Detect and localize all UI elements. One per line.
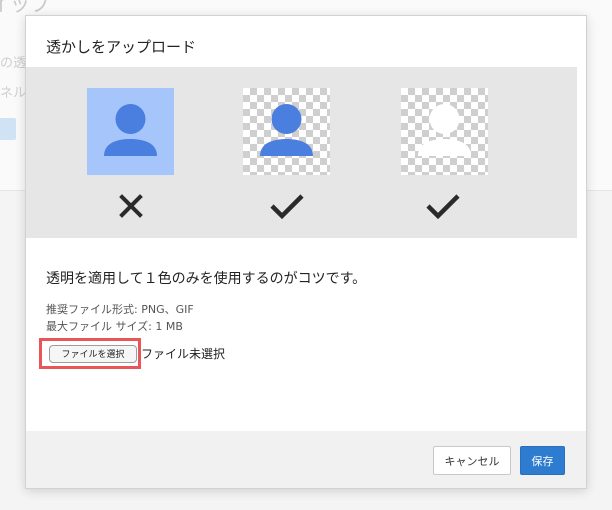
person-icon: [418, 104, 471, 156]
watermark-examples: [26, 67, 577, 238]
file-status: ファイル未選択: [141, 347, 226, 361]
recommended-formats: 推奨ファイル形式: PNG、GIF: [46, 303, 194, 316]
dialog-footer: キャンセル 保存: [26, 431, 586, 488]
example-opaque-background: [87, 88, 174, 175]
tip-text: 透明を適用して１色のみを使用するのがコツです。: [46, 271, 367, 287]
choose-file-button[interactable]: ファイルを選択: [49, 345, 137, 363]
check-icon: [426, 194, 460, 220]
save-button[interactable]: 保存: [520, 446, 565, 475]
background-text: ネル: [0, 86, 27, 101]
cancel-button[interactable]: キャンセル: [433, 446, 511, 475]
person-icon: [104, 104, 157, 156]
dialog-title: 透かしをアップロード: [46, 38, 197, 56]
person-icon: [260, 104, 313, 156]
max-file-size: 最大ファイル サイズ: 1 MB: [46, 320, 183, 333]
background-button: [0, 118, 16, 140]
example-transparent-white: [401, 88, 488, 175]
check-icon: [270, 194, 304, 220]
example-transparent-colored: [243, 88, 330, 175]
x-icon: [119, 194, 143, 218]
upload-watermark-dialog: 透かしをアップロード 透明を適用して１色のみを使用するのがコツです。 推奨ファイ…: [25, 15, 587, 489]
background-text: の透: [0, 56, 27, 71]
